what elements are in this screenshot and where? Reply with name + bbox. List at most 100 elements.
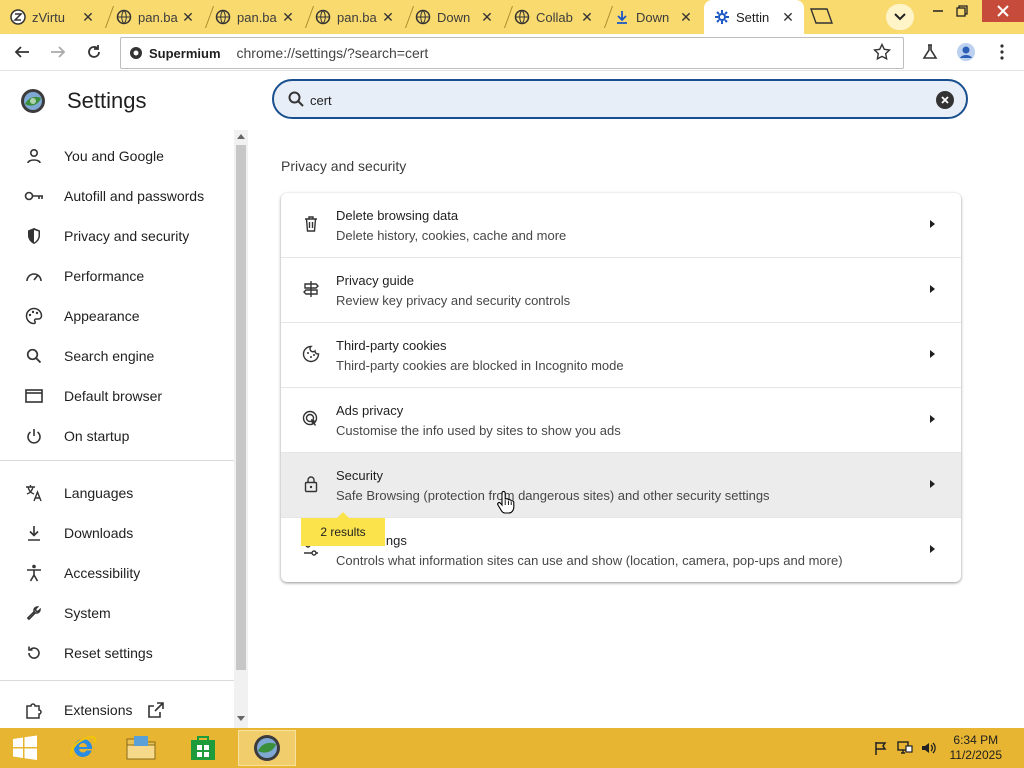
sidebar-item-appearance[interactable]: Appearance xyxy=(0,298,234,334)
sidebar-item-privacy[interactable]: Privacy and security xyxy=(0,218,234,254)
chevron-right-icon xyxy=(930,285,935,293)
section-title: Privacy and security xyxy=(281,158,407,174)
sidebar-item-extensions[interactable]: Extensions xyxy=(0,692,234,728)
tab-search-button[interactable] xyxy=(886,4,914,30)
action-center-flag[interactable] xyxy=(873,740,889,756)
taskbar-clock[interactable]: 6:34 PM 11/2/2025 xyxy=(950,733,1003,763)
row-third-party-cookies[interactable]: Third-party cookies Third-party cookies … xyxy=(281,323,961,388)
clock-date: 11/2/2025 xyxy=(949,748,1003,762)
sidebar-item-default-browser[interactable]: Default browser xyxy=(0,378,234,414)
sidebar-item-label: System xyxy=(64,605,111,621)
shield-icon xyxy=(24,226,44,246)
row-ads-privacy[interactable]: Ads privacy Customise the info used by s… xyxy=(281,388,961,453)
tab-pan-1[interactable]: pan.ba ✕ xyxy=(106,0,215,34)
page-title: Settings xyxy=(67,88,147,113)
close-icon xyxy=(941,96,949,104)
new-tab-button[interactable] xyxy=(808,8,834,24)
tab-close-button[interactable]: ✕ xyxy=(80,9,96,25)
back-arrow-icon xyxy=(14,46,29,58)
scroll-down-arrow-icon[interactable] xyxy=(237,716,245,721)
volume-control[interactable] xyxy=(921,740,937,756)
settings-search[interactable] xyxy=(272,79,968,119)
url-text[interactable]: chrome://settings/?search=cert xyxy=(237,45,429,61)
site-info-chip[interactable]: Supermium xyxy=(129,46,221,61)
bookmark-star-icon[interactable] xyxy=(873,43,891,61)
sidebar-item-you-and-google[interactable]: You and Google xyxy=(0,138,234,174)
sidebar-item-reset[interactable]: Reset settings xyxy=(0,635,234,671)
row-privacy-guide[interactable]: Privacy guide Review key privacy and sec… xyxy=(281,258,961,323)
chevron-right-icon xyxy=(930,220,935,228)
taskbar-internet-explorer[interactable] xyxy=(56,730,110,766)
row-title: Delete browsing data xyxy=(336,208,459,223)
tab-close-button[interactable]: ✕ xyxy=(479,9,495,25)
row-delete-browsing-data[interactable]: Delete browsing data Delete history, coo… xyxy=(281,193,961,258)
tab-down-1[interactable]: Down ✕ xyxy=(405,0,514,34)
lock-icon xyxy=(301,473,321,495)
sidebar-item-search-engine[interactable]: Search engine xyxy=(0,338,234,374)
tab-close-button[interactable]: ✕ xyxy=(780,9,796,25)
row-security[interactable]: Security Safe Browsing (protection from … xyxy=(281,453,961,518)
tab-pan-2[interactable]: pan.ba ✕ xyxy=(205,0,315,34)
network-icon xyxy=(897,741,913,754)
tab-pan-3[interactable]: pan.ba ✕ xyxy=(305,0,415,34)
forward-button[interactable] xyxy=(46,40,70,64)
labs-button[interactable] xyxy=(918,40,942,64)
close-window-button[interactable] xyxy=(982,0,1024,22)
tab-collab[interactable]: Collab ✕ xyxy=(504,0,614,34)
row-title: Security xyxy=(336,468,383,483)
search-results-bubble: 2 results xyxy=(301,512,385,546)
supermium-browser-icon xyxy=(254,735,280,761)
sidebar-item-on-startup[interactable]: On startup xyxy=(0,418,234,454)
download-icon xyxy=(24,523,44,543)
tab-close-button[interactable]: ✕ xyxy=(380,9,396,25)
close-icon xyxy=(997,5,1009,17)
sidebar-scrollbar[interactable] xyxy=(234,130,248,728)
address-bar[interactable]: Supermium chrome://settings/?search=cert xyxy=(120,37,904,69)
row-title: Third-party cookies xyxy=(336,338,447,353)
globe-icon xyxy=(116,9,132,25)
tab-close-button[interactable]: ✕ xyxy=(579,9,595,25)
sidebar-item-label: Appearance xyxy=(64,308,140,324)
tab-close-button[interactable]: ✕ xyxy=(678,9,694,25)
sidebar-item-autofill[interactable]: Autofill and passwords xyxy=(0,178,234,214)
scrollbar-thumb[interactable] xyxy=(236,145,246,670)
reload-button[interactable] xyxy=(82,40,106,64)
sidebar-item-system[interactable]: System xyxy=(0,595,234,631)
scroll-up-arrow-icon[interactable] xyxy=(237,134,245,139)
profile-button[interactable] xyxy=(954,40,978,64)
taskbar-file-explorer[interactable] xyxy=(114,730,168,766)
back-button[interactable] xyxy=(10,40,34,64)
file-explorer-icon xyxy=(126,736,156,760)
flask-icon xyxy=(922,44,938,59)
tab-down-2[interactable]: Down ✕ xyxy=(604,0,702,34)
tab-close-button[interactable]: ✕ xyxy=(280,9,296,25)
clear-search-button[interactable] xyxy=(936,91,954,109)
start-button[interactable] xyxy=(0,730,50,766)
restore-button[interactable] xyxy=(948,0,976,22)
kebab-menu-icon xyxy=(1000,44,1004,60)
settings-search-input[interactable] xyxy=(308,89,912,111)
tab-zvirt[interactable]: zVirtu ✕ xyxy=(0,0,115,34)
chevron-down-icon xyxy=(894,13,906,21)
browser-window-icon xyxy=(24,386,44,406)
tab-label: Collab xyxy=(536,9,573,25)
wrench-icon xyxy=(24,603,44,623)
sidebar-item-languages[interactable]: Languages xyxy=(0,475,234,511)
sidebar-item-accessibility[interactable]: Accessibility xyxy=(0,555,234,591)
sidebar-item-downloads[interactable]: Downloads xyxy=(0,515,234,551)
taskbar-store[interactable] xyxy=(176,730,230,766)
network-status[interactable] xyxy=(897,740,913,756)
start-icon xyxy=(13,735,37,760)
menu-button[interactable] xyxy=(990,40,1014,64)
clock-time: 6:34 PM xyxy=(953,733,999,747)
tab-close-button[interactable]: ✕ xyxy=(180,9,196,25)
tab-label: pan.ba xyxy=(138,9,178,25)
store-icon xyxy=(191,736,215,760)
sidebar-divider xyxy=(0,460,234,461)
forward-arrow-icon xyxy=(51,46,66,58)
taskbar-supermium[interactable] xyxy=(238,730,296,766)
globe-icon xyxy=(315,9,331,25)
chevron-right-icon xyxy=(930,415,935,423)
sidebar-item-performance[interactable]: Performance xyxy=(0,258,234,294)
tab-settings[interactable]: Settin ✕ xyxy=(704,0,804,34)
